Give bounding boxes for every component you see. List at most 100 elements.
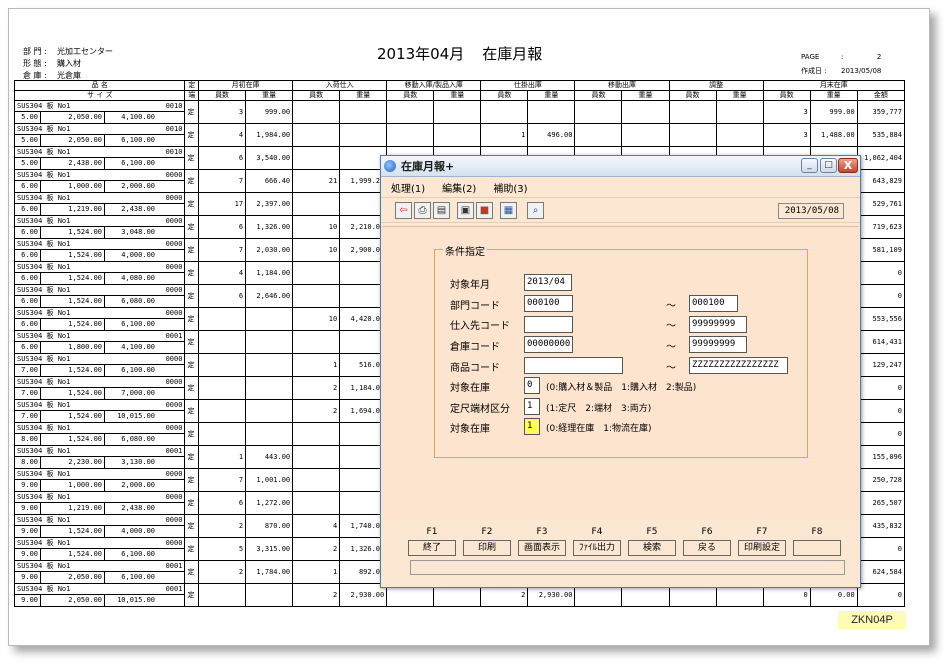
item-code: 0001 xyxy=(165,447,183,455)
menu-bar: 処理(1) 編集(2) 補助(3) xyxy=(381,177,860,197)
item-length: 2,000.00 xyxy=(121,182,155,190)
dept-code-to-input[interactable]: 000100 xyxy=(689,295,738,312)
closing-amount: 0 xyxy=(856,422,906,446)
item-code: 0000 xyxy=(165,171,183,179)
item-code: 0000 xyxy=(165,470,183,478)
col-tan: 端 xyxy=(184,90,200,101)
maximize-button[interactable]: □ xyxy=(820,158,837,173)
cut-class-input[interactable]: 1 xyxy=(524,398,540,415)
range-tilde: ～ xyxy=(666,363,676,374)
report-title: 2013年04月 在庫月報 xyxy=(377,43,560,64)
target-month-input[interactable]: 2013/04 xyxy=(524,274,572,291)
fkey-button-f3[interactable]: 画面表示 xyxy=(518,540,566,556)
item-length: 6,100.00 xyxy=(121,550,155,558)
fkey-name-f1: F1 xyxy=(426,527,438,537)
item-length: 2,438.00 xyxy=(121,504,155,512)
col-qty: 員数 xyxy=(668,90,717,101)
closing-amount: 0 xyxy=(856,399,906,423)
stock-kind-note: (0:経理在庫 1:物流在庫) xyxy=(546,424,652,434)
export-icon[interactable]: ■ xyxy=(476,202,493,219)
minimize-button[interactable]: _ xyxy=(801,158,818,173)
menu-assist[interactable]: 補助(3) xyxy=(493,180,527,195)
opening-qty: 7 xyxy=(198,468,247,492)
fkey-button-f4[interactable]: ﾌｧｲﾙ出力 xyxy=(573,540,621,556)
date-display: 2013/05/08 xyxy=(778,203,844,219)
warehouse-value: 光倉庫 xyxy=(57,71,81,80)
item-cell: SUS304 板 No1 0001 6.00 1,800.00 4,100.00 xyxy=(13,330,186,354)
supplier-code-from-input[interactable] xyxy=(524,316,573,333)
menu-process[interactable]: 処理(1) xyxy=(391,180,425,195)
warehouse-code-to-input[interactable]: 99999999 xyxy=(689,336,747,353)
fkey-name-f4: F4 xyxy=(591,527,603,537)
purchase-qty: 10 xyxy=(292,238,341,262)
purchase-qty: 2 xyxy=(292,376,341,400)
item-length: 6,100.00 xyxy=(121,320,155,328)
menu-edit[interactable]: 編集(2) xyxy=(442,180,476,195)
closing-amount: 0 xyxy=(856,376,906,400)
condition-group: 条件指定 対象年月 2013/04 部門コード 000100 ～ 000100 … xyxy=(434,243,808,458)
supplier-code-to-input[interactable]: 99999999 xyxy=(689,316,747,333)
col-transfer-in: 移動入庫/製品入庫 xyxy=(386,80,482,91)
settings-icon[interactable]: ▦ xyxy=(500,202,517,219)
fkey-button-f8[interactable] xyxy=(793,540,841,556)
item-cell: SUS304 板 No1 0000 9.00 1,219.00 2,438.00 xyxy=(13,491,186,515)
item-length: 3,048.00 xyxy=(121,228,155,236)
tei-cell: 定 xyxy=(184,330,200,354)
save-icon[interactable]: ▣ xyxy=(457,202,474,219)
condition-group-label: 条件指定 xyxy=(443,243,487,258)
close-button[interactable]: X xyxy=(838,158,858,173)
purchase-qty xyxy=(292,192,341,216)
warehouse-code-from-input[interactable]: 00000000 xyxy=(524,336,573,353)
dept-code-from-input[interactable]: 000100 xyxy=(524,295,573,312)
opening-weight: 1,984.00 xyxy=(245,123,294,147)
fkey-button-f6[interactable]: 戻る xyxy=(683,540,731,556)
item-name: SUS304 板 No1 xyxy=(17,516,71,524)
range-tilde: ～ xyxy=(666,301,676,312)
report-header-right: PAGE:2 作成日 :2013/05/08 xyxy=(801,50,881,78)
opening-weight: 870.00 xyxy=(245,514,294,538)
product-code-from-input[interactable] xyxy=(524,357,623,374)
fkey-name-f7: F7 xyxy=(756,527,768,537)
tei-cell: 定 xyxy=(184,353,200,377)
closing-amount: 0 xyxy=(856,583,906,607)
item-code: 0010 xyxy=(165,102,183,110)
search-icon[interactable]: ⌕ xyxy=(527,202,544,219)
window-titlebar[interactable]: 在庫月報+ _ □ X xyxy=(381,156,860,177)
item-name: SUS304 板 No1 xyxy=(17,470,71,478)
opening-qty: 2 xyxy=(198,560,247,584)
fkey-button-f5[interactable]: 検索 xyxy=(628,540,676,556)
exit-icon[interactable]: ⇦ xyxy=(395,202,412,219)
item-length: 3,130.00 xyxy=(121,458,155,466)
product-code-to-input[interactable]: ZZZZZZZZZZZZZZZZ xyxy=(689,357,788,374)
stock-kind-input[interactable]: 1 xyxy=(524,418,540,435)
stock-type-input[interactable]: 0 xyxy=(524,377,540,394)
item-name: SUS304 板 No1 xyxy=(17,171,71,179)
item-thickness: 9.00 xyxy=(16,595,41,606)
purchase-qty: 10 xyxy=(292,307,341,331)
opening-qty: 7 xyxy=(198,238,247,262)
fkey-button-f1[interactable]: 終了 xyxy=(408,540,456,556)
app-icon xyxy=(384,160,396,172)
fkey-button-f2[interactable]: 印刷 xyxy=(463,540,511,556)
purchase-qty xyxy=(292,445,341,469)
purchase-qty xyxy=(292,284,341,308)
tei-cell: 定 xyxy=(184,100,200,124)
item-name: SUS304 板 No1 xyxy=(17,355,71,363)
item-width: 2,230.00 xyxy=(41,457,105,468)
item-cell: SUS304 板 No1 0000 8.00 1,524.00 6,080.00 xyxy=(13,422,186,446)
item-width: 1,524.00 xyxy=(41,227,105,238)
item-cell: SUS304 板 No1 0010 5.00 2,050.00 4,100.00 xyxy=(13,100,186,124)
print-icon[interactable]: ⎙ xyxy=(414,202,431,219)
opening-weight: 2,397.00 xyxy=(245,192,294,216)
tei-cell: 定 xyxy=(184,583,200,607)
fkey-button-f7[interactable]: 印刷設定 xyxy=(738,540,786,556)
page-label: PAGE xyxy=(801,53,820,61)
item-width: 2,050.00 xyxy=(41,595,105,606)
closing-amount: 719,623 xyxy=(856,215,906,239)
opening-qty xyxy=(198,422,247,446)
preview-icon[interactable]: ▤ xyxy=(433,202,450,219)
stock-monthly-window[interactable]: 在庫月報+ _ □ X 処理(1) 編集(2) 補助(3) ⇦ ⎙ ▤ ▣ ■ ▦ ⌕ 20… xyxy=(380,155,861,588)
adjust-weight xyxy=(715,123,764,147)
item-name: SUS304 板 No1 xyxy=(17,240,71,248)
item-code: 0000 xyxy=(165,240,183,248)
